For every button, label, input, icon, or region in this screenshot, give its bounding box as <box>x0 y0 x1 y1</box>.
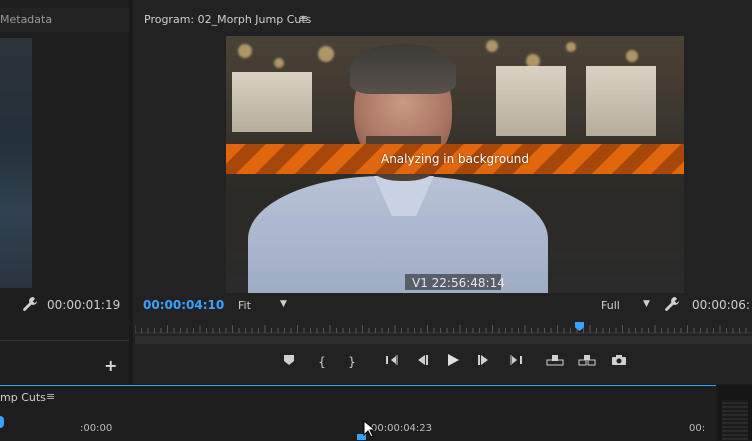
zoom-level-value[interactable]: Fit <box>238 299 251 312</box>
timeline-start-time: :00:00 <box>80 423 113 434</box>
go-to-out-icon <box>510 355 522 365</box>
play-button[interactable] <box>445 353 461 371</box>
go-to-in-icon <box>386 355 398 365</box>
go-to-in-button[interactable] <box>383 353 401 371</box>
step-back-icon <box>418 355 428 365</box>
mark-in-button[interactable]: { <box>316 353 328 371</box>
analyzing-message: Analyzing in background <box>380 152 529 166</box>
panel-menu-icon[interactable]: ≡ <box>46 390 55 403</box>
go-to-out-button[interactable] <box>507 353 525 371</box>
export-frame-button[interactable] <box>610 353 628 371</box>
mouse-cursor-icon <box>363 420 375 438</box>
clip-timecode-overlay-text: V1 22:56:48:14 <box>412 276 505 290</box>
chevron-down-icon[interactable]: ▼ <box>280 299 287 309</box>
step-forward-icon <box>478 355 488 365</box>
timeline-tab-title[interactable]: mp Cuts <box>0 391 46 404</box>
zoom-scroll-bar[interactable] <box>135 336 752 344</box>
wrench-icon[interactable] <box>22 296 38 312</box>
source-time-ruler[interactable] <box>0 330 129 341</box>
add-button[interactable]: + <box>104 356 117 375</box>
timeline-current-time: 00:00:04:23 <box>371 423 433 434</box>
playback-resolution-value[interactable]: Full <box>601 299 620 312</box>
timeline-end-time: 00: <box>689 423 706 434</box>
step-forward-button[interactable] <box>476 353 492 371</box>
extract-button[interactable] <box>577 353 597 371</box>
camera-icon <box>612 355 626 365</box>
metadata-tab-label[interactable]: Metadata <box>0 13 52 26</box>
panel-menu-icon[interactable]: ≡ <box>299 12 308 25</box>
wrench-icon[interactable] <box>664 296 680 312</box>
program-monitor-title[interactable]: Program: 02_Morph Jump Cuts <box>144 13 311 26</box>
step-back-button[interactable] <box>414 353 430 371</box>
lift-icon <box>546 355 564 366</box>
extract-icon <box>578 355 596 366</box>
source-timecode[interactable]: 00:00:01:19 <box>47 298 120 312</box>
audio-meter <box>722 400 748 440</box>
program-current-timecode[interactable]: 00:00:04:10 <box>143 298 224 312</box>
source-video-frame <box>0 38 32 288</box>
chevron-down-icon[interactable]: ▼ <box>643 299 650 309</box>
play-icon <box>448 354 459 366</box>
lift-button[interactable] <box>545 353 565 371</box>
add-marker-button[interactable] <box>282 353 296 371</box>
marker-icon <box>284 355 294 365</box>
program-time-ruler[interactable] <box>135 320 752 334</box>
program-duration-timecode: 00:00:06: <box>692 298 750 312</box>
mark-out-button[interactable]: } <box>346 353 358 371</box>
